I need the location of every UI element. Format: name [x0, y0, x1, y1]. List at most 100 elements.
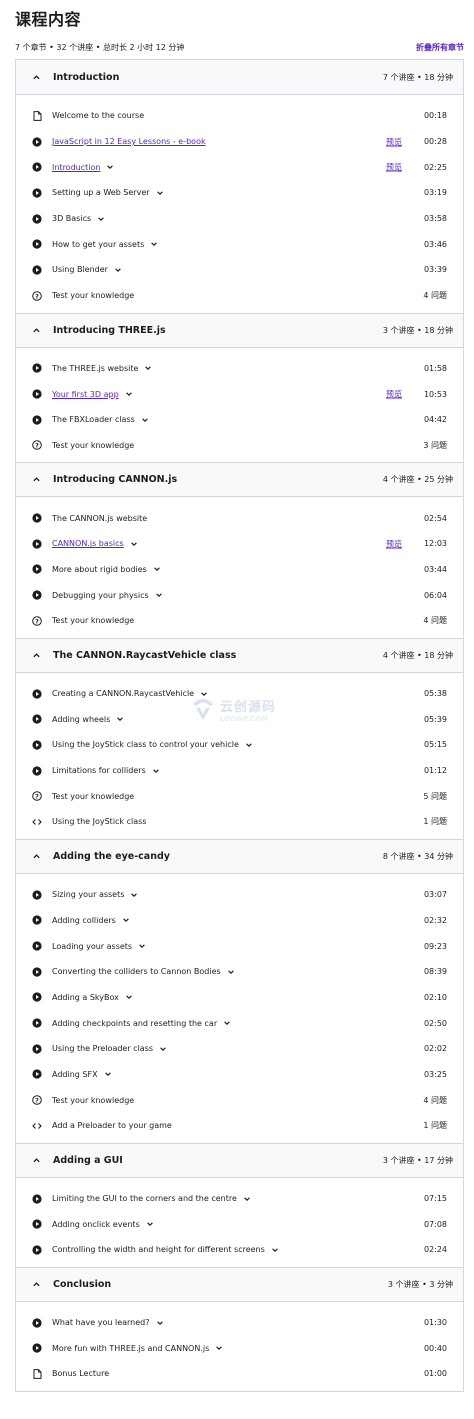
chevron-down-icon[interactable]	[141, 416, 149, 424]
preview-link[interactable]: 预览	[386, 538, 402, 549]
chevron-down-icon[interactable]	[215, 1344, 223, 1352]
course-summary-bar: 7 个章节 • 32 个讲座 • 总时长 2 小时 12 分钟 折叠所有章节	[15, 40, 464, 54]
lecture-duration: 05:38	[423, 689, 447, 699]
lecture-title: What have you learned?	[52, 1318, 150, 1328]
lecture-row: Using the JoyStick class 1 问题	[16, 809, 463, 835]
collapse-all-sections-button[interactable]: 折叠所有章节	[416, 42, 464, 53]
curriculum-section: Conclusion 3 个讲座 • 3 分钟 What have you lear…	[16, 1266, 463, 1391]
lecture-row[interactable]: Your first 3D app 预览 10:53	[16, 381, 463, 407]
play-icon	[32, 1069, 42, 1080]
lecture-duration: 05:39	[423, 714, 447, 724]
section-header[interactable]: Introducing CANNON.js 4 个讲座 • 25 分钟	[16, 462, 463, 498]
lecture-list: What have you learned? 01:30 More fun with…	[16, 1302, 463, 1391]
lecture-title: Sizing your assets	[52, 890, 125, 900]
chevron-down-icon[interactable]	[144, 364, 152, 372]
chevron-down-icon[interactable]	[150, 240, 158, 248]
play-icon	[32, 967, 42, 977]
chevron-down-icon[interactable]	[245, 741, 253, 749]
lecture-row: Limiting the GUI to the corners and the …	[16, 1186, 463, 1212]
chevron-down-icon[interactable]	[104, 1070, 112, 1078]
lecture-duration: 09:23	[423, 941, 447, 951]
chevron-down-icon[interactable]	[125, 993, 133, 1001]
code-icon	[32, 817, 42, 827]
section-header[interactable]: The CANNON.RaycastVehicle class 4 个讲座 • 1…	[16, 637, 463, 673]
chevron-down-icon[interactable]	[146, 1220, 154, 1228]
lecture-row[interactable]: Introduction 预览 02:25	[16, 154, 463, 180]
chevron-down-icon[interactable]	[159, 1045, 167, 1053]
lecture-title: Controlling the width and height for dif…	[52, 1245, 265, 1255]
chevron-down-icon[interactable]	[223, 1019, 231, 1027]
lecture-duration: 03:58	[423, 214, 447, 224]
chevron-down-icon[interactable]	[156, 1319, 164, 1327]
chevron-down-icon[interactable]	[130, 540, 138, 548]
chevron-down-icon[interactable]	[138, 942, 146, 950]
lecture-row: Using Blender 03:39	[16, 257, 463, 283]
play-icon	[32, 188, 42, 198]
section-header[interactable]: Conclusion 3 个讲座 • 3 分钟	[16, 1266, 463, 1302]
chevron-down-icon[interactable]	[106, 163, 114, 171]
lecture-list: The CANNON.js website 02:54 CANNON.js basi…	[16, 497, 463, 637]
chevron-down-icon[interactable]	[200, 690, 208, 698]
chevron-down-icon[interactable]	[116, 715, 124, 723]
lecture-title[interactable]: CANNON.js basics	[52, 539, 124, 548]
section-meta: 3 个讲座 • 18 分钟	[382, 325, 453, 335]
chevron-down-icon[interactable]	[97, 215, 105, 223]
code-icon	[32, 1121, 42, 1131]
play-icon	[32, 915, 42, 925]
lecture-list: Sizing your assets 03:07 Adding colliders 0…	[16, 874, 463, 1143]
chevron-down-icon[interactable]	[114, 266, 122, 274]
svg-text:?: ?	[35, 292, 39, 300]
lecture-row[interactable]: JavaScript in 12 Easy Lessons - e-book 预览…	[16, 129, 463, 155]
chevron-down-icon[interactable]	[243, 1195, 251, 1203]
section-header[interactable]: Introducing THREE.js 3 个讲座 • 18 分钟	[16, 312, 463, 348]
preview-link[interactable]: 预览	[386, 162, 402, 173]
chevron-down-icon[interactable]	[152, 767, 160, 775]
lecture-row: 3D Basics 03:58	[16, 206, 463, 232]
lecture-row: Debugging your physics 06:04	[16, 582, 463, 608]
lecture-row: Adding checkpoints and resetting the car…	[16, 1010, 463, 1036]
lecture-duration: 03:19	[423, 188, 447, 198]
lecture-row: Add a Preloader to your game 1 问题	[16, 1113, 463, 1139]
quiz-icon: ?	[32, 440, 42, 451]
curriculum-section: Adding the eye-candy 8 个讲座 • 34 分钟 Sizing …	[16, 838, 463, 1143]
lecture-title[interactable]: JavaScript in 12 Easy Lessons - e-book	[52, 137, 206, 146]
section-header[interactable]: Adding the eye-candy 8 个讲座 • 34 分钟	[16, 838, 463, 874]
lecture-duration: 02:32	[423, 915, 447, 925]
chevron-up-icon	[33, 652, 40, 657]
play-icon	[32, 213, 42, 224]
play-icon	[32, 1317, 42, 1328]
lecture-row: ? Test your knowledge 3 问题	[16, 433, 463, 459]
chevron-up-icon	[33, 74, 40, 79]
section-header[interactable]: Adding a GUI 3 个讲座 • 17 分钟	[16, 1142, 463, 1178]
lecture-title[interactable]: Your first 3D app	[52, 390, 119, 399]
lecture-row: ? Test your knowledge 5 问题	[16, 783, 463, 809]
chevron-down-icon[interactable]	[227, 968, 235, 976]
chevron-down-icon[interactable]	[271, 1246, 279, 1254]
play-icon	[32, 265, 42, 275]
lecture-title[interactable]: Introduction	[52, 163, 100, 172]
lecture-row[interactable]: CANNON.js basics 预览 12:03	[16, 531, 463, 557]
chevron-down-icon[interactable]	[125, 390, 133, 398]
chevron-down-icon[interactable]	[155, 591, 163, 599]
curriculum-section: Adding a GUI 3 个讲座 • 17 分钟 Limiting the GU…	[16, 1142, 463, 1267]
lecture-row: Limitations for colliders 01:12	[16, 758, 463, 784]
play-icon	[32, 590, 42, 600]
chevron-down-icon[interactable]	[130, 891, 138, 899]
play-icon	[32, 513, 42, 523]
chevron-down-icon[interactable]	[156, 189, 164, 197]
preview-link[interactable]: 预览	[386, 136, 402, 147]
play-icon	[32, 415, 42, 425]
section-header[interactable]: Introduction 7 个讲座 • 18 分钟	[16, 60, 463, 95]
lecture-row: The FBXLoader class 04:42	[16, 407, 463, 433]
chevron-down-icon[interactable]	[153, 565, 161, 573]
play-icon	[32, 714, 42, 724]
play-icon	[32, 765, 42, 776]
chevron-down-icon[interactable]	[122, 916, 130, 924]
lecture-duration: 03:46	[423, 239, 447, 249]
play-icon	[32, 740, 42, 750]
play-icon	[32, 539, 42, 549]
lecture-duration: 02:50	[423, 1018, 447, 1028]
preview-link[interactable]: 预览	[386, 389, 402, 400]
lecture-title: Test your knowledge	[52, 440, 135, 450]
lecture-title: Test your knowledge	[52, 1095, 135, 1105]
